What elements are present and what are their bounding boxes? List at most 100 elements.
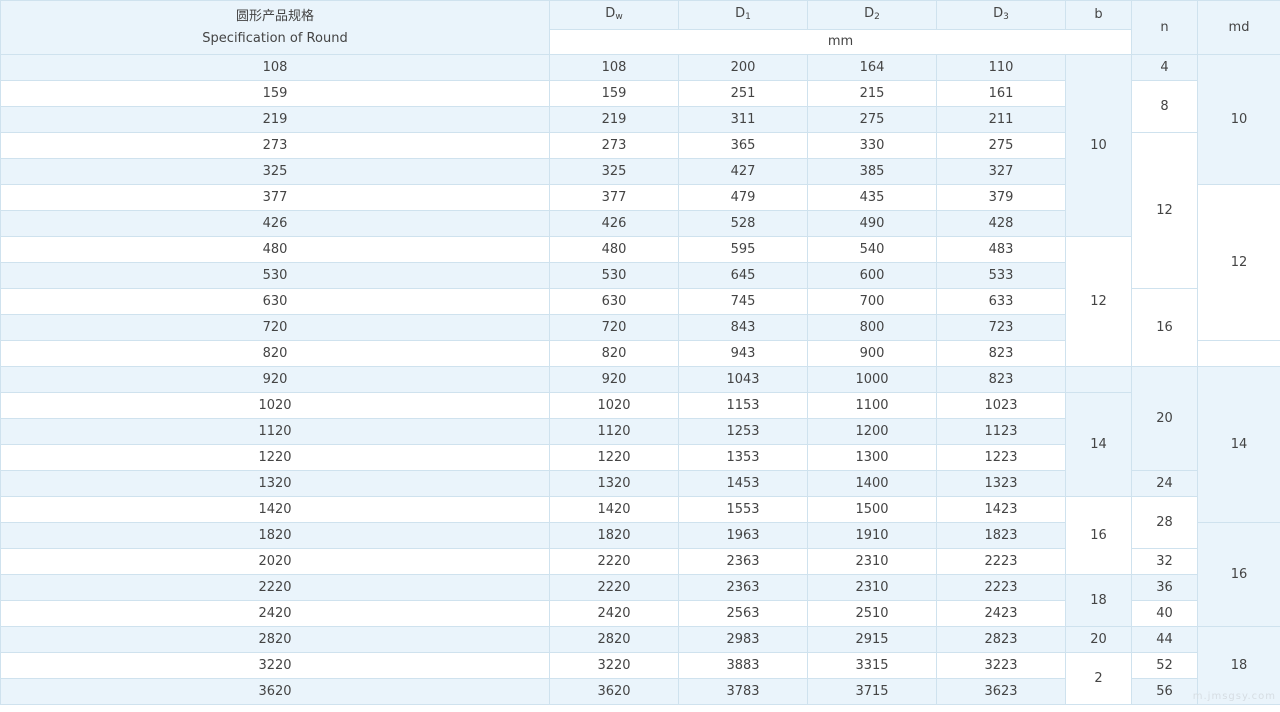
- cell-d1: 528: [678, 210, 808, 237]
- cell-dw: 219: [549, 106, 679, 133]
- cell-spec: 1120: [0, 418, 550, 445]
- cell-d1: 1963: [678, 522, 808, 549]
- cell-spec: 325: [0, 158, 550, 185]
- cell-d2: 1500: [807, 496, 937, 523]
- cell-d1: 365: [678, 132, 808, 159]
- cell-d2: 3315: [807, 652, 937, 679]
- cell-spec: 530: [0, 262, 550, 289]
- cell-d3: 2223: [936, 548, 1066, 575]
- header-md: md: [1197, 0, 1280, 55]
- header-d2: D2: [807, 0, 937, 30]
- cell-d3: 1223: [936, 444, 1066, 471]
- cell-d3: 379: [936, 184, 1066, 211]
- header-unit: mm: [549, 29, 1132, 55]
- cell-d2: 3715: [807, 678, 937, 705]
- cell-dw: 1420: [549, 496, 679, 523]
- cell-dw: 3620: [549, 678, 679, 705]
- table-row: 108 108 200 164 110 10 4 10: [0, 54, 1280, 237]
- cell-n: 28: [1131, 496, 1198, 549]
- cell-dw: 920: [549, 366, 679, 393]
- cell-b: 2: [1065, 652, 1132, 705]
- cell-d2: 215: [807, 80, 937, 107]
- cell-spec: 720: [0, 314, 550, 341]
- cell-spec: 1220: [0, 444, 550, 471]
- header-n: n: [1131, 0, 1198, 55]
- cell-d2: 435: [807, 184, 937, 211]
- cell-d3: 275: [936, 132, 1066, 159]
- cell-spec: 630: [0, 288, 550, 315]
- cell-dw: 630: [549, 288, 679, 315]
- cell-d2: 540: [807, 236, 937, 263]
- cell-d1: 2363: [678, 574, 808, 601]
- cell-d1: 251: [678, 80, 808, 107]
- cell-d2: 900: [807, 340, 937, 367]
- cell-d1: 3883: [678, 652, 808, 679]
- header-d1: D1: [678, 0, 808, 30]
- cell-dw: 426: [549, 210, 679, 237]
- cell-d1: 311: [678, 106, 808, 133]
- cell-d2: 600: [807, 262, 937, 289]
- table-row: 2820 2820 2983 2915 2823 20 44 18: [0, 626, 1280, 705]
- cell-d2: 275: [807, 106, 937, 133]
- cell-b: 12: [1065, 236, 1132, 367]
- cell-d3: 723: [936, 314, 1066, 341]
- cell-n: 44: [1131, 626, 1198, 653]
- cell-spec: 273: [0, 132, 550, 159]
- watermark: m.jmsgsy.com: [1192, 691, 1276, 702]
- cell-b: 14: [1065, 392, 1132, 497]
- cell-b: [1065, 366, 1132, 393]
- header-dw: Dw: [549, 0, 679, 30]
- cell-d3: 633: [936, 288, 1066, 315]
- cell-d3: 110: [936, 54, 1066, 81]
- cell-spec: 1020: [0, 392, 550, 419]
- cell-spec: 1320: [0, 470, 550, 497]
- cell-d1: 2983: [678, 626, 808, 653]
- cell-spec: 426: [0, 210, 550, 237]
- cell-n: 12: [1131, 132, 1198, 289]
- cell-dw: 480: [549, 236, 679, 263]
- cell-dw: 1220: [549, 444, 679, 471]
- cell-d1: 479: [678, 184, 808, 211]
- cell-spec: 2820: [0, 626, 550, 653]
- cell-d3: 2423: [936, 600, 1066, 627]
- cell-md: [1197, 340, 1280, 367]
- cell-d3: 1323: [936, 470, 1066, 497]
- cell-n: 24: [1131, 470, 1198, 497]
- cell-dw: 820: [549, 340, 679, 367]
- cell-d3: 533: [936, 262, 1066, 289]
- cell-n: 16: [1131, 288, 1198, 367]
- table-row: 480 480 595 540 483 12: [0, 236, 1280, 367]
- cell-md: 12: [1197, 184, 1280, 341]
- cell-d3: 161: [936, 80, 1066, 107]
- cell-dw: 273: [549, 132, 679, 159]
- cell-d2: 1200: [807, 418, 937, 445]
- cell-d3: 1023: [936, 392, 1066, 419]
- cell-b: 10: [1065, 54, 1132, 237]
- cell-n: 36: [1131, 574, 1198, 601]
- cell-d1: 2363: [678, 548, 808, 575]
- cell-n: 8: [1131, 80, 1198, 133]
- cell-d1: 200: [678, 54, 808, 81]
- table-row: 1020 1020 1153 1100 1023 14: [0, 392, 1280, 497]
- cell-n: 20: [1131, 366, 1198, 471]
- cell-spec: 1420: [0, 496, 550, 523]
- cell-d2: 1300: [807, 444, 937, 471]
- cell-md: 16: [1197, 522, 1280, 627]
- header-spec-en: Specification of Round: [202, 30, 348, 46]
- cell-d2: 1910: [807, 522, 937, 549]
- cell-d3: 3223: [936, 652, 1066, 679]
- cell-spec: 2220: [0, 574, 550, 601]
- cell-d3: 823: [936, 366, 1066, 393]
- table-row: 2220 2220 2363 2310 2223 18 36: [0, 574, 1280, 627]
- cell-d3: 1823: [936, 522, 1066, 549]
- cell-d2: 330: [807, 132, 937, 159]
- cell-dw: 377: [549, 184, 679, 211]
- cell-d1: 1353: [678, 444, 808, 471]
- cell-d2: 2915: [807, 626, 937, 653]
- header-d3: D3: [936, 0, 1066, 30]
- cell-d3: 1123: [936, 418, 1066, 445]
- cell-spec: 3220: [0, 652, 550, 679]
- cell-d2: 164: [807, 54, 937, 81]
- cell-d1: 1453: [678, 470, 808, 497]
- cell-n: 40: [1131, 600, 1198, 627]
